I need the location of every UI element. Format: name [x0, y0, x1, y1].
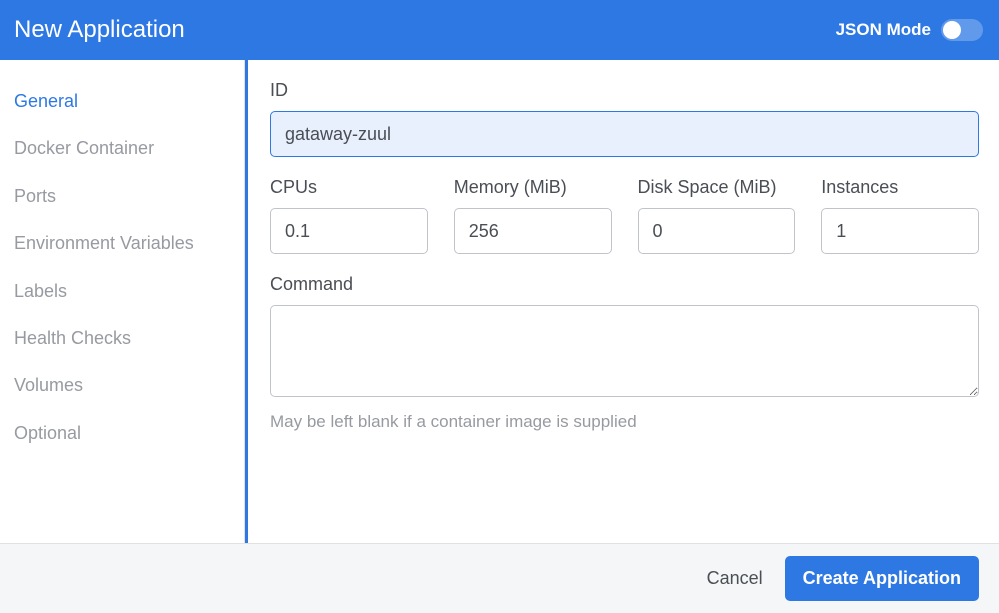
sidebar-item-optional[interactable]: Optional — [14, 412, 244, 455]
command-hint: May be left blank if a container image i… — [270, 412, 979, 432]
json-mode-toggle[interactable] — [941, 19, 983, 41]
page-title: New Application — [14, 16, 185, 44]
disk-input[interactable] — [638, 208, 796, 254]
sidebar-item-labels[interactable]: Labels — [14, 270, 244, 313]
body: General Docker Container Ports Environme… — [0, 60, 999, 543]
sidebar-item-ports[interactable]: Ports — [14, 175, 244, 218]
cpus-label: CPUs — [270, 177, 428, 198]
id-input[interactable] — [270, 111, 979, 157]
memory-label: Memory (MiB) — [454, 177, 612, 198]
command-label: Command — [270, 274, 979, 295]
instances-label: Instances — [821, 177, 979, 198]
disk-label: Disk Space (MiB) — [638, 177, 796, 198]
cpus-input[interactable] — [270, 208, 428, 254]
json-mode-control[interactable]: JSON Mode — [836, 19, 983, 41]
id-label: ID — [270, 80, 979, 101]
memory-input[interactable] — [454, 208, 612, 254]
sidebar: General Docker Container Ports Environme… — [0, 60, 245, 543]
sidebar-item-docker-container[interactable]: Docker Container — [14, 127, 244, 170]
sidebar-item-volumes[interactable]: Volumes — [14, 364, 244, 407]
command-input[interactable] — [270, 305, 979, 397]
sidebar-item-general[interactable]: General — [14, 80, 244, 123]
sidebar-item-environment-variables[interactable]: Environment Variables — [14, 222, 244, 265]
app-header: New Application JSON Mode — [0, 0, 999, 60]
main-panel: ID CPUs Memory (MiB) Disk Space (MiB) In — [245, 60, 999, 543]
cancel-button[interactable]: Cancel — [707, 568, 763, 589]
create-application-button[interactable]: Create Application — [785, 556, 979, 601]
json-mode-label: JSON Mode — [836, 20, 931, 40]
footer: Cancel Create Application — [0, 543, 999, 613]
sidebar-item-health-checks[interactable]: Health Checks — [14, 317, 244, 360]
instances-input[interactable] — [821, 208, 979, 254]
